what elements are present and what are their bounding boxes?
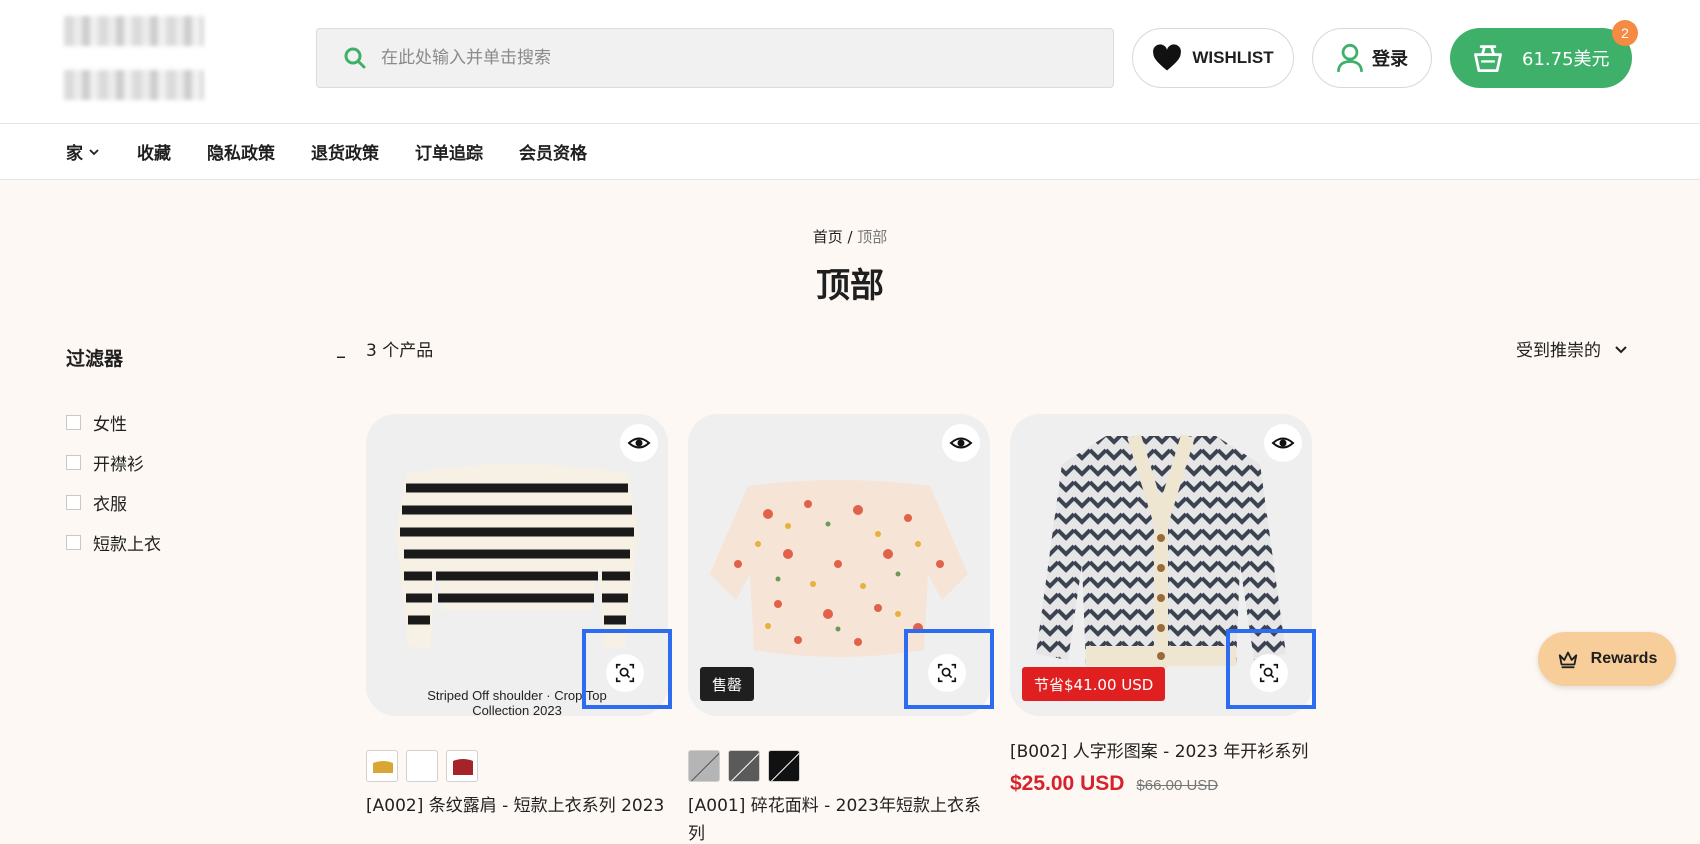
zoom-search-icon (937, 663, 957, 683)
filter-heading: 过滤器 (66, 348, 124, 370)
image-caption: Striped Off shoulder · Crop Top Collecti… (366, 688, 668, 716)
chevron-down-icon (89, 148, 99, 155)
zoom-button[interactable] (606, 654, 644, 692)
zoom-button[interactable] (928, 654, 966, 692)
image-caption-line: Collection 2023 (472, 703, 562, 716)
filter-option-label: 短款上衣 (93, 534, 161, 555)
cart-total: 61.75美元 (1522, 49, 1610, 70)
product-title[interactable]: [B002] 人字形图案 - 2023 年开衫系列 (1010, 738, 1312, 766)
filter-option-label: 开襟衫 (93, 454, 144, 475)
filter-option-cardigans[interactable]: 开襟衫 (66, 442, 161, 482)
rewards-button[interactable]: Rewards (1538, 632, 1676, 686)
nav-item-order-tracking[interactable]: 订单追踪 (415, 139, 483, 164)
product-title[interactable]: [A002] 条纹露肩 - 短款上衣系列 2023 (366, 792, 668, 820)
rewards-label: Rewards (1590, 650, 1658, 667)
quick-view-eye-button[interactable] (942, 424, 980, 462)
quick-view-eye-button[interactable] (620, 424, 658, 462)
sort-label: 受到推崇的 (1516, 341, 1601, 361)
sort-dropdown[interactable]: 受到推崇的 (1516, 336, 1629, 361)
eye-icon (1271, 437, 1295, 449)
nav-item-return-policy[interactable]: 退货政策 (311, 139, 379, 164)
swatch-white[interactable] (406, 750, 438, 782)
checkbox[interactable] (66, 494, 81, 510)
cart-count-badge: 2 (1612, 20, 1638, 46)
nav-item-label: 家 (66, 144, 83, 164)
breadcrumb-home-link[interactable]: 首页 (813, 228, 843, 246)
product-card[interactable]: 节省$41.00 USD [B002] 人字形图案 - 2023 年开衫系列 $… (1010, 414, 1312, 796)
product-title[interactable]: [A001] 碎花面料 - 2023年短款上衣系列 (688, 792, 990, 844)
collapse-icon[interactable]: – (336, 344, 346, 371)
search-input[interactable] (381, 48, 1081, 68)
page-title: 顶部 (816, 266, 884, 306)
checkbox[interactable] (66, 414, 81, 430)
login-button[interactable]: 登录 (1312, 28, 1432, 88)
checkbox[interactable] (66, 534, 81, 550)
nav-item-home[interactable]: 家 (66, 139, 101, 164)
color-swatches (366, 750, 668, 786)
swatch-black[interactable] (768, 750, 800, 782)
nav-item-membership[interactable]: 会员资格 (519, 139, 587, 164)
sale-badge: 节省$41.00 USD (1022, 667, 1166, 701)
wishlist-label: WISHLIST (1192, 48, 1274, 67)
eye-icon (627, 437, 651, 449)
search-icon (344, 47, 366, 69)
compare-price: $66.00 USD (1136, 777, 1219, 794)
zoom-button[interactable] (1250, 654, 1288, 692)
color-swatches (688, 750, 990, 786)
zoom-search-icon (615, 663, 635, 683)
main-nav: 家 收藏 隐私政策 退货政策 订单追踪 会员资格 (0, 124, 1700, 180)
filter-option-label: 女性 (93, 414, 127, 435)
sale-price: $25.00 USD (1010, 772, 1125, 795)
heart-icon (1153, 44, 1182, 71)
price-row: $25.00 USD $66.00 USD (1010, 772, 1312, 796)
search-bar[interactable] (316, 28, 1114, 88)
login-label: 登录 (1372, 49, 1408, 70)
swatch-yellow[interactable] (366, 750, 398, 782)
checkbox[interactable] (66, 454, 81, 470)
quick-view-eye-button[interactable] (1264, 424, 1302, 462)
wishlist-button[interactable]: WISHLIST (1132, 28, 1294, 88)
filter-header[interactable]: 过滤器 – (66, 344, 346, 371)
swatch-light-gray[interactable] (688, 750, 720, 782)
filter-option-clothing[interactable]: 衣服 (66, 482, 161, 522)
filter-option-women[interactable]: 女性 (66, 402, 161, 442)
site-header: WISHLIST 登录 61.75美元 2 (0, 0, 1700, 124)
filter-list: 女性 开襟衫 衣服 短款上衣 (66, 402, 161, 562)
breadcrumb-current: 顶部 (857, 228, 888, 246)
swatch-dark-gray[interactable] (728, 750, 760, 782)
filter-option-crop-tops[interactable]: 短款上衣 (66, 522, 161, 562)
product-image[interactable]: 售罄 (688, 414, 990, 716)
basket-icon (1474, 45, 1502, 72)
product-image[interactable]: 节省$41.00 USD (1010, 414, 1312, 716)
product-card[interactable]: Striped Off shoulder · Crop Top Collecti… (366, 414, 668, 820)
user-icon (1337, 43, 1363, 72)
filter-option-label: 衣服 (93, 494, 127, 515)
sold-out-badge: 售罄 (700, 667, 755, 701)
product-card[interactable]: 售罄 [A001] 碎花面料 - 2023年短款上衣系列 (688, 414, 990, 844)
product-image[interactable]: Striped Off shoulder · Crop Top Collecti… (366, 414, 668, 716)
nav-item-collections[interactable]: 收藏 (137, 139, 171, 164)
cart-button[interactable]: 61.75美元 (1450, 28, 1632, 88)
crown-icon (1558, 651, 1577, 669)
swatch-red[interactable] (446, 750, 478, 782)
zoom-search-icon (1259, 663, 1279, 683)
nav-item-privacy-policy[interactable]: 隐私政策 (207, 139, 275, 164)
store-logo[interactable] (64, 16, 204, 100)
breadcrumb-separator: / (842, 228, 858, 246)
breadcrumb: 首页 / 顶部 (0, 226, 1700, 247)
product-count: 3 个产品 (366, 341, 434, 361)
eye-icon (949, 437, 973, 449)
chevron-down-icon (1615, 345, 1627, 353)
